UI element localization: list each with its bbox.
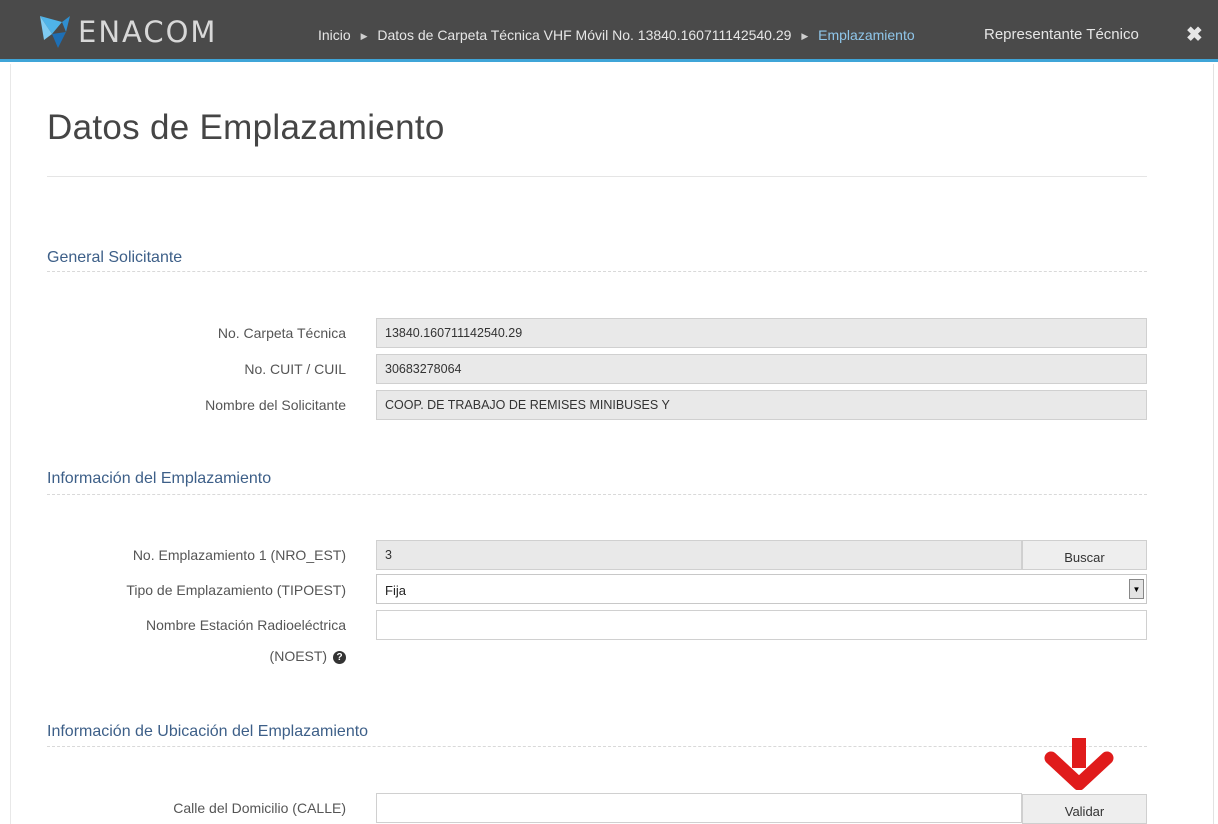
label-noest-line2: (NOEST) ?	[46, 648, 346, 664]
label-nro-est: No. Emplazamiento 1 (NRO_EST)	[132, 547, 346, 563]
section-title-ubicacion: Información de Ubicación del Emplazamien…	[47, 723, 369, 740]
section-divider	[47, 746, 1147, 747]
label-tipoest: Tipo de Emplazamiento (TIPOEST)	[126, 582, 346, 598]
buscar-button[interactable]: Buscar	[1022, 540, 1147, 570]
logo-text: ENACOM	[78, 15, 218, 49]
label-solicitante: Nombre del Solicitante	[205, 397, 346, 413]
representante-tecnico-link[interactable]: Representante Técnico	[984, 26, 1139, 43]
breadcrumb-emplazamiento: Emplazamiento	[818, 27, 915, 43]
content-border-right	[1213, 64, 1214, 824]
red-down-arrow-icon	[1044, 738, 1114, 790]
label-cuit: No. CUIT / CUIL	[244, 361, 346, 377]
question-circle-icon[interactable]: ?	[333, 650, 346, 664]
label-calle: Calle del Domicilio (CALLE)	[173, 800, 346, 816]
content-border-left	[10, 64, 11, 824]
breadcrumb-separator-icon: ▶	[801, 31, 809, 41]
title-divider	[47, 176, 1147, 177]
validar-button[interactable]: Validar	[1022, 794, 1147, 824]
enacom-logo[interactable]: ENACOM	[38, 12, 217, 52]
noest-input[interactable]	[376, 610, 1147, 640]
label-noest-line1: Nombre Estación Radioeléctrica	[146, 617, 346, 633]
nro-est-field[interactable]: 3	[376, 540, 1022, 570]
close-icon[interactable]: ✖	[1186, 22, 1203, 47]
calle-input[interactable]	[376, 793, 1022, 823]
carpeta-tecnica-field[interactable]: 13840.160711142540.29	[376, 318, 1147, 348]
page-title: Datos de Emplazamiento	[47, 108, 445, 147]
breadcrumb-carpeta[interactable]: Datos de Carpeta Técnica VHF Móvil No. 1…	[377, 27, 791, 43]
top-navbar: ENACOM Inicio ▶ Datos de Carpeta Técnica…	[0, 0, 1218, 62]
enacom-logo-icon	[40, 16, 70, 48]
breadcrumb-inicio[interactable]: Inicio	[318, 27, 351, 43]
breadcrumb-separator-icon: ▶	[360, 31, 368, 41]
cuit-field[interactable]: 30683278064	[376, 354, 1147, 384]
tipoest-select[interactable]: Fija ▼	[376, 574, 1147, 604]
solicitante-field[interactable]: COOP. DE TRABAJO DE REMISES MINIBUSES Y	[376, 390, 1147, 420]
tipoest-selected-value: Fija	[385, 583, 406, 598]
section-title-emplazamiento: Información del Emplazamiento	[47, 470, 272, 487]
dropdown-arrow-icon[interactable]: ▼	[1129, 579, 1144, 599]
section-divider	[47, 271, 1147, 272]
label-carpeta-tecnica: No. Carpeta Técnica	[217, 325, 346, 341]
label-noest-text: (NOEST)	[269, 648, 328, 664]
section-title-general: General Solicitante	[47, 249, 183, 266]
breadcrumb: Inicio ▶ Datos de Carpeta Técnica VHF Mó…	[318, 27, 915, 43]
section-divider	[47, 494, 1147, 495]
